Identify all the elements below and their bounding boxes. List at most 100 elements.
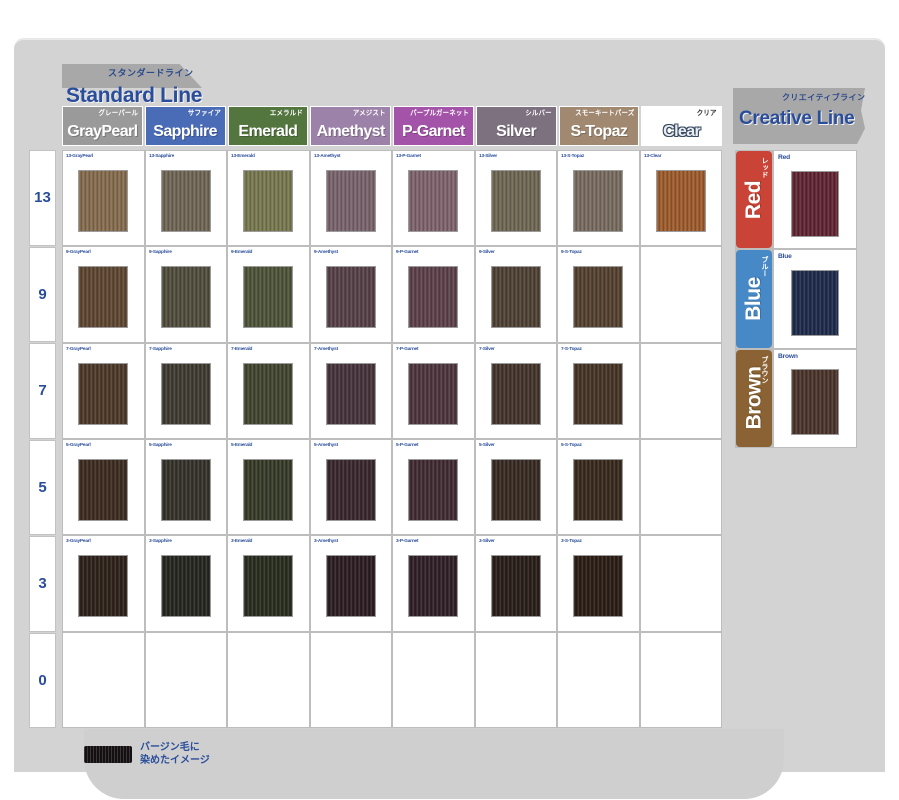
hair-swatch[interactable] xyxy=(573,555,624,618)
swatch-cell[interactable]: 3-Amethyst xyxy=(310,536,391,631)
column-header-amethyst[interactable]: アメジスト Amethyst xyxy=(310,106,391,146)
creative-swatch-cell[interactable]: Blue xyxy=(774,250,856,348)
swatch-cell[interactable]: 7-Silver xyxy=(475,343,556,438)
hair-swatch[interactable] xyxy=(490,459,541,522)
swatch-cell[interactable]: 9-Sapphire xyxy=(145,247,226,342)
swatch-cell[interactable] xyxy=(145,632,226,727)
swatch-cell[interactable] xyxy=(640,247,721,342)
swatch-cell[interactable]: 3-GrayPearl xyxy=(63,536,144,631)
hair-swatch[interactable] xyxy=(78,555,129,618)
column-header-s-topaz[interactable]: スモーキートパーズ S-Topaz xyxy=(558,106,640,146)
swatch-cell[interactable] xyxy=(640,536,721,631)
swatch-cell[interactable] xyxy=(558,632,639,727)
hair-swatch[interactable] xyxy=(325,170,376,233)
swatch-cell[interactable] xyxy=(475,632,556,727)
swatch-cell[interactable]: 13-Sapphire xyxy=(145,151,226,246)
swatch-cell[interactable]: 3-S-Topaz xyxy=(558,536,639,631)
hair-swatch[interactable] xyxy=(408,266,459,329)
swatch-cell[interactable]: 3-Silver xyxy=(475,536,556,631)
swatch-cell[interactable]: 7-Sapphire xyxy=(145,343,226,438)
swatch-cell[interactable]: 13-GrayPearl xyxy=(63,151,144,246)
swatch-cell[interactable] xyxy=(228,632,309,727)
column-header-sapphire[interactable]: サファイア Sapphire xyxy=(144,106,226,146)
swatch-cell[interactable]: 13-P-Garnet xyxy=(393,151,474,246)
swatch-cell[interactable] xyxy=(640,632,721,727)
hair-swatch[interactable] xyxy=(408,170,459,233)
swatch-cell[interactable]: 3-Sapphire xyxy=(145,536,226,631)
swatch-cell[interactable]: 9-Silver xyxy=(475,247,556,342)
hair-swatch[interactable] xyxy=(655,170,706,233)
column-header-graypearl[interactable]: グレーパール GrayPearl xyxy=(62,106,143,146)
swatch-cell[interactable]: 5-Silver xyxy=(475,439,556,535)
swatch-cell[interactable]: 7-S-Topaz xyxy=(558,343,639,438)
swatch-cell[interactable]: 3-P-Garnet xyxy=(393,536,474,631)
swatch-cell[interactable]: 3-Emerald xyxy=(228,536,309,631)
swatch-cell[interactable]: 9-Emerald xyxy=(228,247,309,342)
swatch-cell[interactable]: 9-Amethyst xyxy=(310,247,391,342)
swatch-cell[interactable]: 7-Amethyst xyxy=(310,343,391,438)
hair-swatch[interactable] xyxy=(160,459,211,522)
hair-swatch[interactable] xyxy=(490,266,541,329)
hair-swatch[interactable] xyxy=(573,459,624,522)
swatch-cell[interactable]: 5-S-Topaz xyxy=(558,439,639,535)
creative-tab-red[interactable]: レッド Red xyxy=(736,151,772,249)
hair-swatch[interactable] xyxy=(78,362,129,425)
creative-tab-blue[interactable]: ブルー Blue xyxy=(736,250,772,348)
hair-swatch[interactable] xyxy=(243,266,294,329)
swatch-cell[interactable]: 7-GrayPearl xyxy=(63,343,144,438)
hair-swatch[interactable] xyxy=(78,266,129,329)
swatch-cell[interactable]: 7-Emerald xyxy=(228,343,309,438)
column-header-emerald[interactable]: エメラルド Emerald xyxy=(227,106,309,146)
hair-swatch[interactable] xyxy=(243,459,294,522)
hair-swatch[interactable] xyxy=(325,459,376,522)
column-header-clear[interactable]: クリア Clear xyxy=(641,106,722,146)
hair-swatch[interactable] xyxy=(243,170,294,233)
swatch-cell[interactable] xyxy=(310,632,391,727)
swatch-cell[interactable]: 13-Clear xyxy=(640,151,721,246)
hair-swatch[interactable] xyxy=(573,362,624,425)
hair-swatch[interactable] xyxy=(325,362,376,425)
swatch-cell[interactable] xyxy=(640,439,721,535)
swatch-cell[interactable]: 5-P-Garnet xyxy=(393,439,474,535)
hair-swatch[interactable] xyxy=(325,555,376,618)
creative-swatch-cell[interactable]: Brown xyxy=(774,349,856,447)
hair-swatch[interactable] xyxy=(160,170,211,233)
swatch-cell[interactable]: 5-Amethyst xyxy=(310,439,391,535)
swatch-cell[interactable] xyxy=(393,632,474,727)
swatch-cell[interactable]: 13-Silver xyxy=(475,151,556,246)
hair-swatch[interactable] xyxy=(78,459,129,522)
hair-swatch[interactable] xyxy=(408,555,459,618)
swatch-cell[interactable]: 5-Sapphire xyxy=(145,439,226,535)
hair-swatch[interactable] xyxy=(325,266,376,329)
swatch-cell[interactable] xyxy=(63,632,144,727)
swatch-cell[interactable]: 9-P-Garnet xyxy=(393,247,474,342)
hair-swatch[interactable] xyxy=(791,170,839,237)
hair-swatch[interactable] xyxy=(78,170,129,233)
swatch-cell[interactable]: 9-S-Topaz xyxy=(558,247,639,342)
hair-swatch[interactable] xyxy=(490,362,541,425)
hair-swatch[interactable] xyxy=(160,555,211,618)
hair-swatch[interactable] xyxy=(160,266,211,329)
hair-swatch[interactable] xyxy=(408,362,459,425)
swatch-cell[interactable]: 13-S-Topaz xyxy=(558,151,639,246)
swatch-cell[interactable]: 5-GrayPearl xyxy=(63,439,144,535)
creative-swatch-cell[interactable]: Red xyxy=(774,151,856,249)
hair-swatch[interactable] xyxy=(490,555,541,618)
hair-swatch[interactable] xyxy=(243,555,294,618)
creative-tab-brown[interactable]: ブラウン Brown xyxy=(736,349,772,447)
hair-swatch[interactable] xyxy=(160,362,211,425)
swatch-cell[interactable]: 7-P-Garnet xyxy=(393,343,474,438)
hair-swatch[interactable] xyxy=(573,266,624,329)
column-header-silver[interactable]: シルバー Silver xyxy=(475,106,557,146)
hair-swatch[interactable] xyxy=(791,369,839,436)
swatch-cell[interactable]: 9-GrayPearl xyxy=(63,247,144,342)
hair-swatch[interactable] xyxy=(791,269,839,336)
hair-swatch[interactable] xyxy=(490,170,541,233)
swatch-cell[interactable] xyxy=(640,343,721,438)
swatch-cell[interactable]: 5-Emerald xyxy=(228,439,309,535)
column-header-p-garnet[interactable]: パープルガーネット P-Garnet xyxy=(393,106,474,146)
hair-swatch[interactable] xyxy=(243,362,294,425)
swatch-cell[interactable]: 13-Amethyst xyxy=(310,151,391,246)
swatch-cell[interactable]: 13-Emerald xyxy=(228,151,309,246)
hair-swatch[interactable] xyxy=(573,170,624,233)
